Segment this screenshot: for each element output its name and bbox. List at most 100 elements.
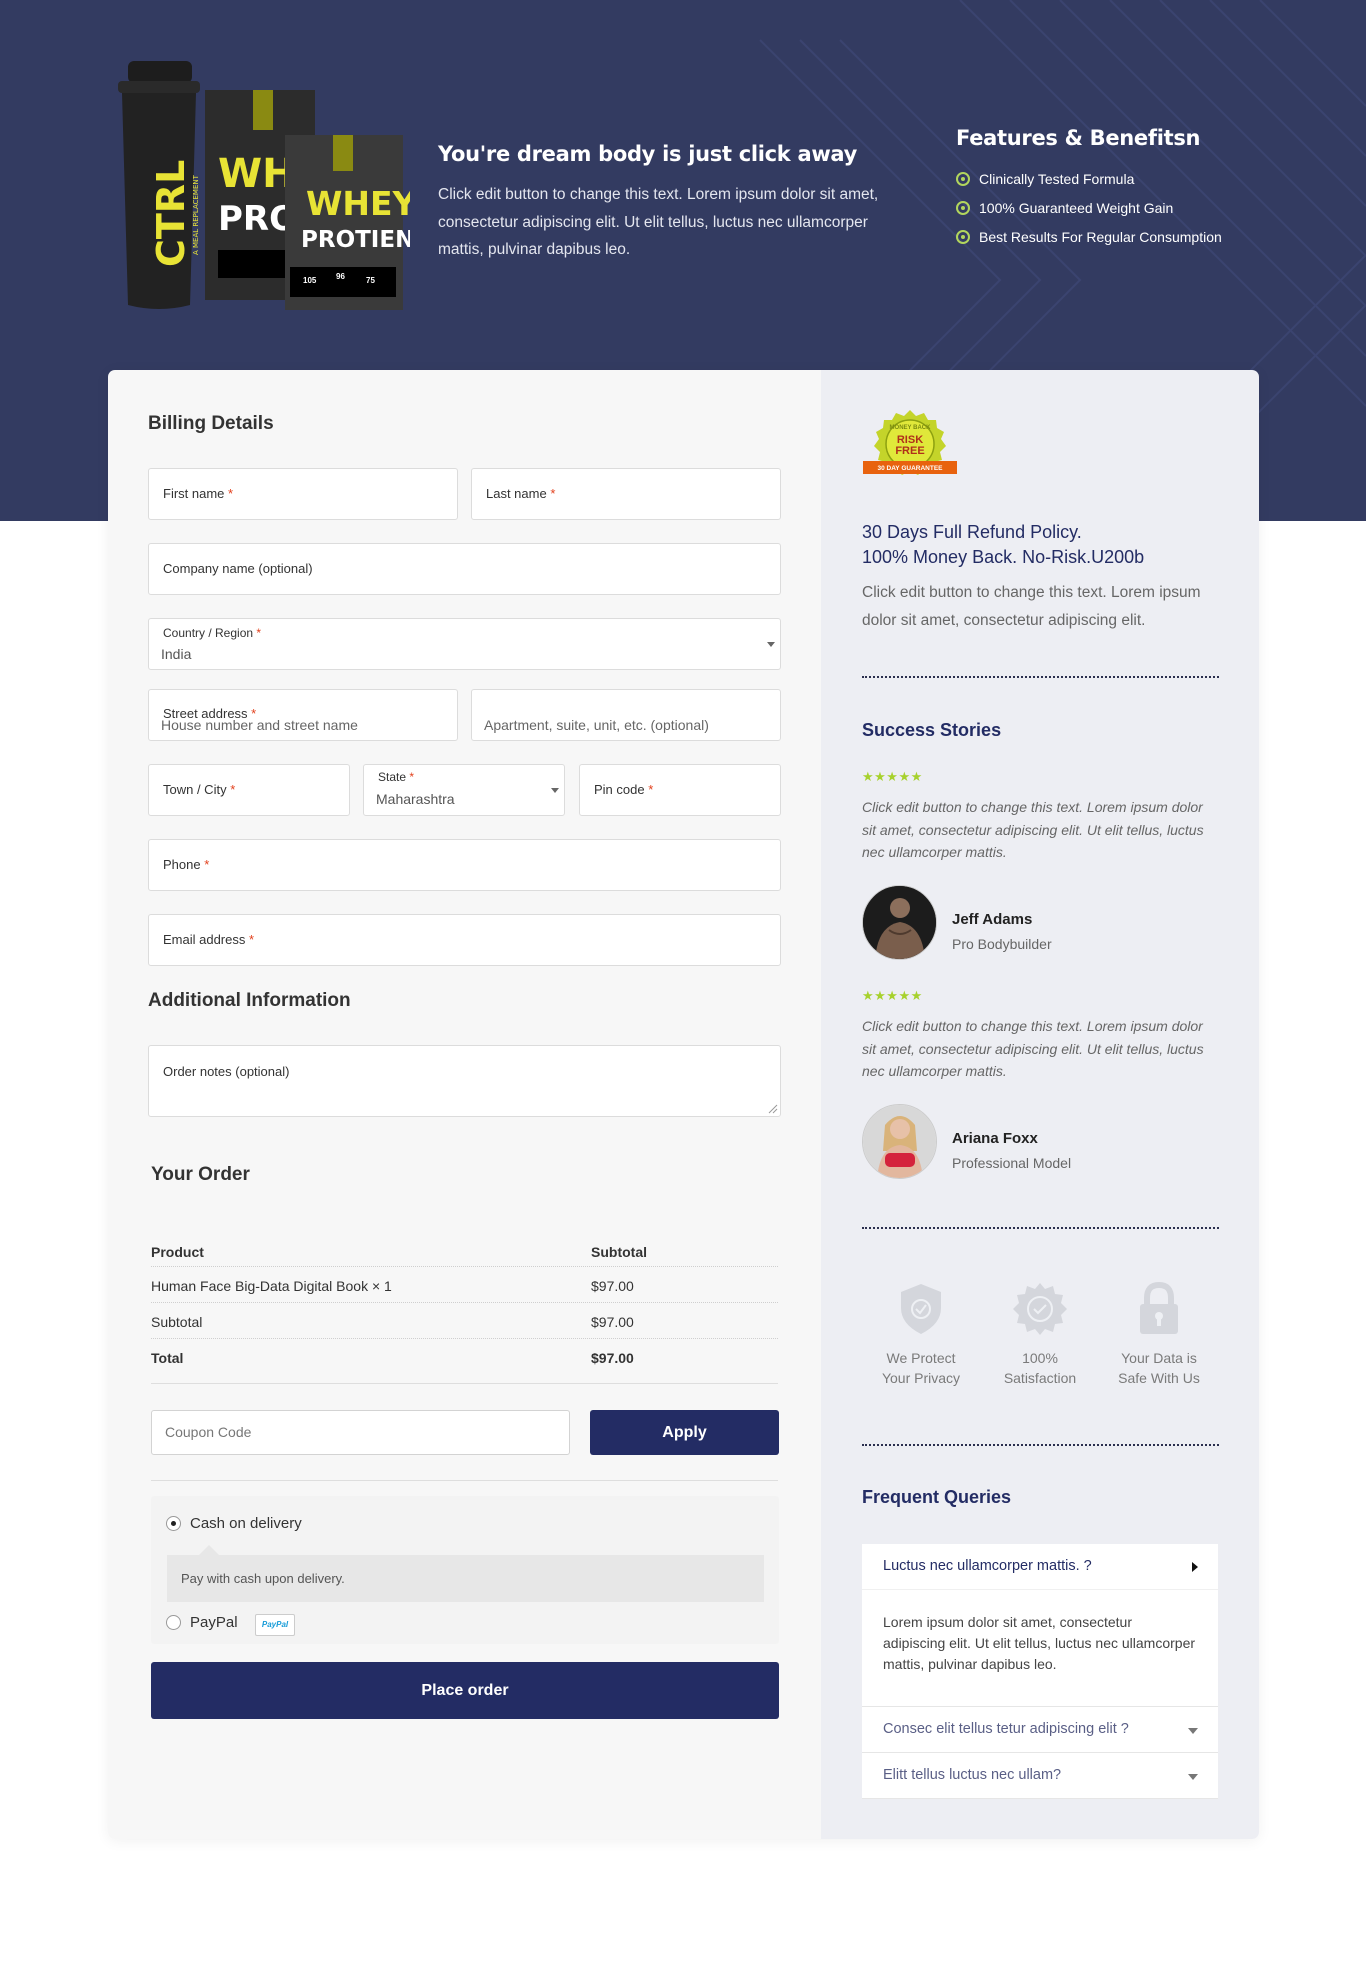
- town-label: Town / City: [163, 782, 227, 797]
- faq-question[interactable]: Elitt tellus luctus nec ullam?: [862, 1753, 1218, 1798]
- divider: [862, 1227, 1219, 1229]
- features-panel: Features & Benefitsn Clinically Tested F…: [956, 126, 1276, 251]
- required-mark: *: [648, 782, 654, 797]
- reviewer-name: Jeff Adams: [952, 911, 1033, 928]
- required-mark: *: [550, 486, 556, 501]
- reviewer-role: Pro Bodybuilder: [952, 936, 1052, 952]
- badge-main-text-2: FREE: [895, 445, 924, 457]
- stat-value-2: 96: [336, 272, 345, 281]
- required-mark: *: [249, 932, 255, 947]
- subtotal-header: Subtotal: [591, 1244, 647, 1260]
- order-notes-field[interactable]: Order notes (optional): [148, 1045, 781, 1117]
- faq-accordion: Luctus nec ullamcorper mattis. ? Lorem i…: [862, 1544, 1218, 1799]
- paypal-label[interactable]: PayPal: [190, 1614, 238, 1631]
- reviewer-photo: [863, 1105, 936, 1178]
- required-mark: *: [256, 626, 262, 640]
- order-notes-label: Order notes (optional): [163, 1064, 290, 1079]
- check-circle-icon: [956, 200, 970, 215]
- divider: [862, 1444, 1219, 1446]
- trust-label-line2: Safe With Us: [1118, 1370, 1200, 1386]
- payment-methods: Cash on delivery Pay with cash upon deli…: [151, 1496, 779, 1644]
- trust-label-line2: Satisfaction: [1003, 1370, 1077, 1386]
- required-mark: *: [230, 782, 236, 797]
- chevron-down-icon: [767, 642, 775, 647]
- country-select[interactable]: Country / Region * India: [148, 618, 781, 670]
- street-address-field[interactable]: Street address * House number and street…: [148, 689, 458, 741]
- faq-question[interactable]: Luctus nec ullamcorper mattis. ?: [862, 1544, 1218, 1589]
- table-row: Human Face Big-Data Digital Book × 1 $97…: [151, 1267, 778, 1303]
- phone-field[interactable]: Phone *: [148, 839, 781, 891]
- stat-value-3: 75: [366, 276, 375, 285]
- cod-radio[interactable]: [166, 1516, 181, 1531]
- town-field[interactable]: Town / City *: [148, 764, 350, 816]
- faq-question-text: Luctus nec ullamcorper mattis. ?: [883, 1558, 1092, 1574]
- avatar: [862, 1104, 937, 1179]
- trust-label-line2: Your Privacy: [881, 1370, 961, 1386]
- caret-down-icon: [1188, 1728, 1198, 1734]
- product-header: Product: [151, 1244, 204, 1260]
- check-circle-icon: [956, 171, 970, 186]
- avatar: [862, 885, 937, 960]
- apartment-placeholder: Apartment, suite, unit, etc. (optional): [484, 717, 709, 733]
- trust-label-line1: 100%: [1022, 1350, 1058, 1366]
- chevron-down-icon: [551, 788, 559, 793]
- faq-question-text: Elitt tellus luctus nec ullam?: [883, 1767, 1062, 1783]
- total-label: Total: [151, 1350, 184, 1366]
- first-name-field[interactable]: First name *: [148, 468, 458, 520]
- badge-ribbon-text: 30 DAY GUARANTEE: [877, 465, 943, 472]
- last-name-label: Last name: [486, 486, 547, 501]
- place-order-button[interactable]: Place order: [151, 1662, 779, 1719]
- badge-top-text: MONEY BACK: [890, 425, 932, 431]
- lock-icon: [1140, 1282, 1178, 1334]
- testimonial-text: Click edit button to change this text. L…: [862, 799, 1204, 860]
- table-row: Subtotal $97.00: [151, 1303, 778, 1339]
- required-mark: *: [204, 857, 210, 872]
- feature-text: Clinically Tested Formula: [979, 170, 1135, 187]
- faq-answer: Lorem ipsum dolor sit amet, consectetur …: [862, 1589, 1218, 1706]
- apply-coupon-button[interactable]: Apply: [590, 1410, 779, 1455]
- country-value: India: [161, 646, 192, 662]
- country-label: Country / Region: [163, 626, 254, 640]
- feature-item: Best Results For Regular Consumption: [956, 222, 1276, 251]
- reviewer-name: Ariana Foxx: [952, 1130, 1038, 1147]
- order-header-row: Product Subtotal: [151, 1233, 778, 1267]
- stat-value-1: 105: [303, 276, 317, 285]
- table-row: Total $97.00: [151, 1339, 778, 1375]
- coupon-placeholder: Coupon Code: [165, 1424, 252, 1440]
- company-field[interactable]: Company name (optional): [148, 543, 781, 595]
- state-select[interactable]: State * Maharashtra: [363, 764, 565, 816]
- your-order-title: Your Order: [151, 1164, 250, 1185]
- state-label: State: [378, 770, 407, 784]
- last-name-field[interactable]: Last name *: [471, 468, 781, 520]
- faq-title: Frequent Queries: [862, 1487, 1012, 1507]
- cod-description: Pay with cash upon delivery.: [167, 1545, 764, 1602]
- billing-title: Billing Details: [148, 413, 274, 434]
- apartment-field[interactable]: Apartment, suite, unit, etc. (optional): [471, 689, 781, 741]
- caret-down-icon: [1188, 1774, 1198, 1780]
- phone-label: Phone: [163, 857, 201, 872]
- caret-right-icon: [1192, 1562, 1198, 1572]
- refund-title-line-2: 100% Money Back. No-Risk.U200b: [862, 547, 1145, 567]
- resize-handle-icon[interactable]: [768, 1104, 778, 1114]
- product-name: Human Face Big-Data Digital Book × 1: [151, 1278, 392, 1294]
- first-name-label: First name: [163, 486, 225, 501]
- additional-info-title: Additional Information: [148, 990, 351, 1011]
- pin-code-field[interactable]: Pin code *: [579, 764, 781, 816]
- refund-title-line-1: 30 Days Full Refund Policy.: [862, 522, 1082, 542]
- coupon-input[interactable]: Coupon Code: [151, 1410, 570, 1455]
- divider: [151, 1480, 778, 1481]
- bag-front-word1: WHEY: [306, 184, 410, 223]
- email-field[interactable]: Email address *: [148, 914, 781, 966]
- faq-question[interactable]: Consec elit tellus tetur adipiscing elit…: [862, 1707, 1218, 1752]
- rating-stars: ★★★★★: [862, 988, 923, 1003]
- badge-check-icon: [1013, 1283, 1067, 1335]
- success-stories-title: Success Stories: [862, 720, 1002, 740]
- shield-check-icon: [901, 1284, 941, 1334]
- trust-privacy: We Protect Your Privacy: [861, 1282, 981, 1388]
- trust-data-safe: Your Data is Safe With Us: [1099, 1282, 1219, 1388]
- cod-label[interactable]: Cash on delivery: [190, 1515, 302, 1532]
- required-mark: *: [228, 486, 234, 501]
- paypal-radio[interactable]: [166, 1615, 181, 1630]
- trust-label-line1: Your Data is: [1121, 1350, 1197, 1366]
- shaker-subtext: A MEAL REPLACEMENT: [192, 174, 200, 255]
